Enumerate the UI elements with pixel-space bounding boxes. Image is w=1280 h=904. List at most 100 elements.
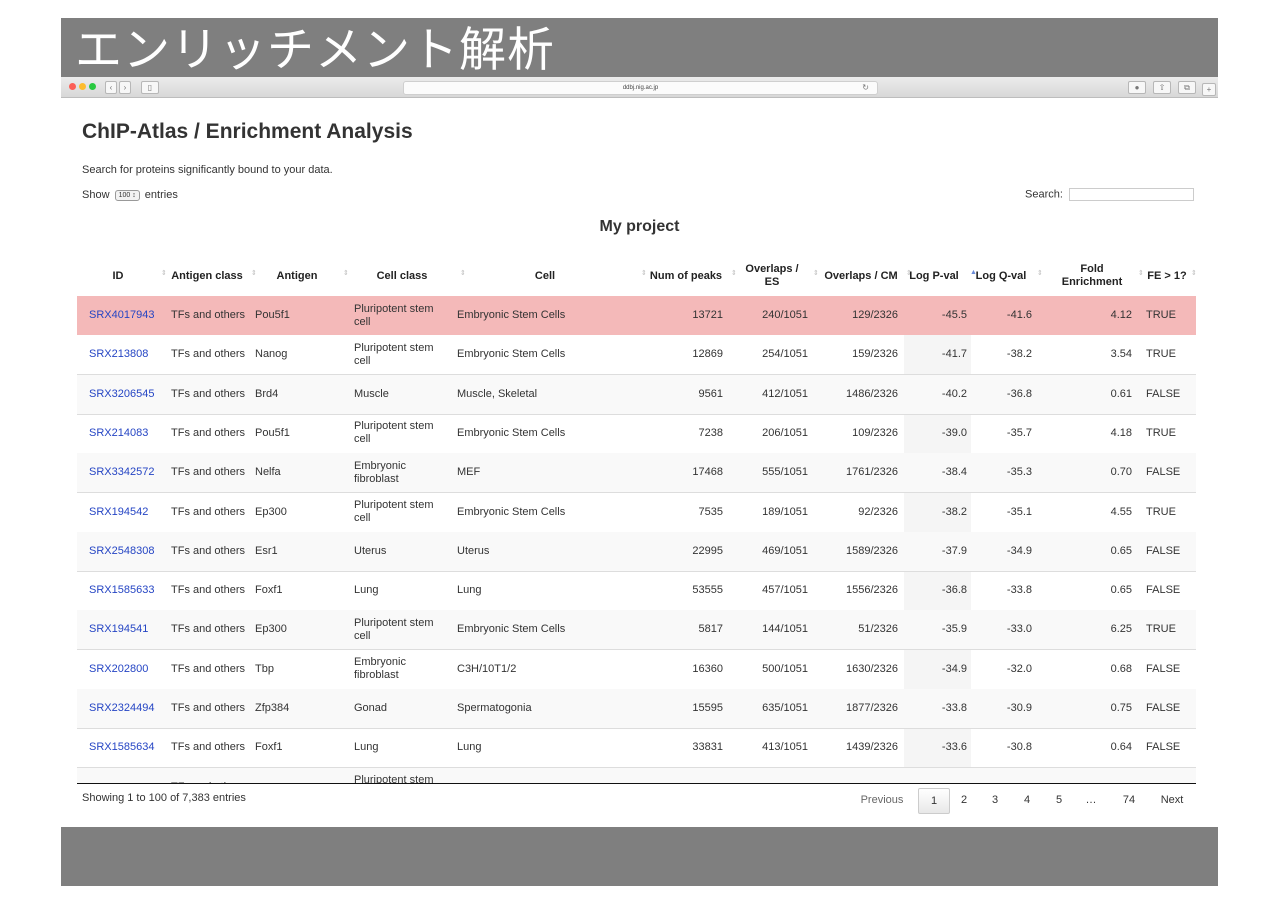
cell-fold-enrichment: 0.61 — [1110, 387, 1132, 400]
experiment-id-link[interactable] — [89, 768, 159, 783]
table-row[interactable]: SRX2324494 TFs and others Zfp384 Gonad Sperm… — [77, 689, 1196, 729]
experiment-id-link[interactable]: SRX2324494 — [89, 689, 159, 728]
close-dot-icon[interactable] — [69, 83, 76, 90]
cell-cell-class: Pluripotent stem cell — [354, 341, 434, 367]
experiment-id-link[interactable]: SRX194541 — [89, 610, 159, 649]
experiment-id-link[interactable]: SRX194542 — [89, 493, 159, 532]
experiment-id-link[interactable]: SRX202800 — [89, 650, 159, 689]
cell-cell-class: Pluripotent stem cell — [354, 420, 434, 446]
table-row[interactable]: SRX202800 TFs and others Tbp Embryonic fibr… — [77, 650, 1196, 690]
sort-icon[interactable]: ⇕ — [731, 269, 737, 277]
share-icon[interactable]: ⇧ — [1153, 81, 1171, 94]
download-icon[interactable]: ● — [1128, 81, 1146, 94]
cell-cell-class: Pluripotent stem cell — [354, 774, 434, 783]
column-header-antigen[interactable]: Antigen — [257, 261, 337, 291]
table-row[interactable]: SRX1585634 TFs and others Foxf1 Lung Lung 338… — [77, 728, 1196, 769]
zoom-dot-icon[interactable] — [89, 83, 96, 90]
cell-fe-gt-1: TRUE — [1146, 309, 1176, 321]
minimize-dot-icon[interactable] — [79, 83, 86, 90]
entries-select-value: 100 — [118, 191, 131, 199]
experiment-id-link[interactable]: SRX214083 — [89, 414, 159, 453]
new-tab-icon[interactable]: + — [1202, 83, 1216, 96]
previous-button[interactable]: Previous — [858, 788, 906, 812]
sort-icon[interactable]: ⇕ — [813, 269, 819, 277]
page-1-button[interactable]: 1 — [918, 788, 950, 814]
cell-cell: Embryonic Stem Cells — [457, 309, 566, 321]
search-label: Search: — [1025, 188, 1063, 201]
back-icon[interactable]: ‹ — [105, 81, 117, 94]
cell-num-of-peaks: 17468 — [692, 466, 723, 479]
next-button[interactable]: Next — [1154, 788, 1190, 812]
column-header-num-of-peaks[interactable]: Num of peaks — [647, 261, 725, 291]
table-row[interactable]: SRX3206545 TFs and others Brd4 Muscle Muscle… — [77, 374, 1196, 415]
entries-select[interactable]: 100 ↕ — [114, 189, 140, 201]
cell-overlaps-cm: 159/2326 — [852, 348, 898, 361]
cell-overlaps-es: 254/1051 — [762, 348, 808, 361]
sort-icon[interactable]: ⇕ — [343, 269, 349, 277]
experiment-id-link[interactable]: SRX2548308 — [89, 532, 159, 571]
cell-log-q-val: -35.1 — [1006, 505, 1032, 518]
cell-num-of-peaks: 7535 — [698, 505, 723, 518]
table-row[interactable]: TFs and others Pluripotent stem cell — [77, 767, 1196, 783]
cell-antigen: Pou5f1 — [255, 309, 290, 321]
cell-num-of-peaks: 5817 — [698, 623, 723, 636]
reload-icon[interactable]: ↻ — [862, 82, 869, 94]
column-header-cell-class[interactable]: Cell class — [350, 261, 454, 291]
cell-antigen-class: TFs and others — [171, 348, 245, 361]
cell-fe-gt-1: TRUE — [1146, 623, 1176, 636]
experiment-id-link[interactable]: SRX4017943 — [89, 296, 159, 335]
experiment-id-link[interactable]: SRX1585634 — [89, 728, 159, 767]
sort-icon[interactable]: ⇕ — [1191, 269, 1197, 277]
table-row[interactable]: SRX2548308 TFs and others Esr1 Uterus Uterus… — [77, 531, 1196, 572]
table-row-highlighted[interactable]: SRX4017943 TFs and others Pou5f1 Pluripoten… — [77, 296, 1196, 335]
column-header-cell[interactable]: Cell — [455, 261, 635, 291]
page-4-button[interactable]: 4 — [1014, 788, 1040, 812]
cell-num-of-peaks: 22995 — [692, 544, 723, 557]
url-bar[interactable]: ddbj.nig.ac.jp ↻ — [403, 81, 878, 95]
table-row[interactable]: SRX214083 TFs and others Pou5f1 Pluripotent… — [77, 414, 1196, 454]
experiment-id-link[interactable]: SRX213808 — [89, 335, 159, 374]
column-header-overlaps-es[interactable]: Overlaps / ES — [737, 261, 807, 291]
experiment-id-link[interactable]: SRX3206545 — [89, 375, 159, 414]
table-bottom-border — [77, 783, 1196, 784]
table-row[interactable]: SRX213808 TFs and others Nanog Pluripotent … — [77, 335, 1196, 376]
cell-log-p-val: -33.6 — [941, 741, 967, 754]
sidebar-icon[interactable]: ▯ — [141, 81, 159, 94]
column-header-overlaps-cm[interactable]: Overlaps / CM — [822, 261, 900, 291]
tabs-icon[interactable]: ⧉ — [1178, 81, 1196, 94]
page-74-button[interactable]: 74 — [1116, 788, 1142, 812]
table-row[interactable]: SRX3342572 TFs and others Nelfa Embryonic f… — [77, 453, 1196, 494]
sort-icon[interactable]: ⇕ — [161, 269, 167, 277]
sort-icon[interactable]: ⇕ — [641, 269, 647, 277]
page-5-button[interactable]: 5 — [1046, 788, 1072, 812]
cell-antigen-class: TFs and others — [171, 544, 245, 557]
cell-num-of-peaks: 16360 — [692, 662, 723, 675]
cell-antigen: Zfp384 — [255, 702, 290, 714]
sort-icon[interactable]: ⇕ — [251, 269, 257, 277]
cell-fold-enrichment: 3.54 — [1110, 348, 1132, 361]
cell-overlaps-es: 189/1051 — [762, 505, 808, 518]
column-header-fe-gt-1[interactable]: FE > 1? — [1141, 261, 1193, 291]
cell-fold-enrichment: 0.65 — [1110, 544, 1132, 557]
sort-icon[interactable]: ⇕ — [1037, 269, 1043, 277]
experiment-id-link[interactable]: SRX3342572 — [89, 453, 159, 492]
column-header-antigen-class[interactable]: Antigen class — [169, 261, 245, 291]
column-header-id[interactable]: ID — [81, 261, 155, 291]
table-row[interactable]: SRX1585633 TFs and others Foxf1 Lung Lung 535… — [77, 571, 1196, 612]
experiment-id-link[interactable]: SRX1585633 — [89, 571, 159, 610]
table-row[interactable]: SRX194541 TFs and others Ep300 Pluripotent … — [77, 610, 1196, 651]
search-input[interactable] — [1069, 188, 1194, 201]
cell-cell-class: Lung — [354, 741, 379, 754]
cell-fe-gt-1: FALSE — [1146, 662, 1181, 675]
page-ellipsis: … — [1085, 794, 1097, 806]
column-header-log-q-val[interactable]: Log Q-val — [971, 261, 1031, 291]
page-3-button[interactable]: 3 — [982, 788, 1008, 812]
forward-icon[interactable]: › — [119, 81, 131, 94]
cell-log-p-val: -33.8 — [941, 702, 967, 714]
column-header-log-p-val[interactable]: Log P-val — [904, 261, 964, 291]
column-header-fold-enrichment[interactable]: Fold Enrichment — [1052, 261, 1132, 291]
cell-num-of-peaks: 12869 — [692, 348, 723, 361]
table-row[interactable]: SRX194542 TFs and others Ep300 Pluripotent … — [77, 493, 1196, 533]
cell-fold-enrichment: 4.55 — [1110, 505, 1132, 518]
page-2-button[interactable]: 2 — [951, 788, 977, 812]
